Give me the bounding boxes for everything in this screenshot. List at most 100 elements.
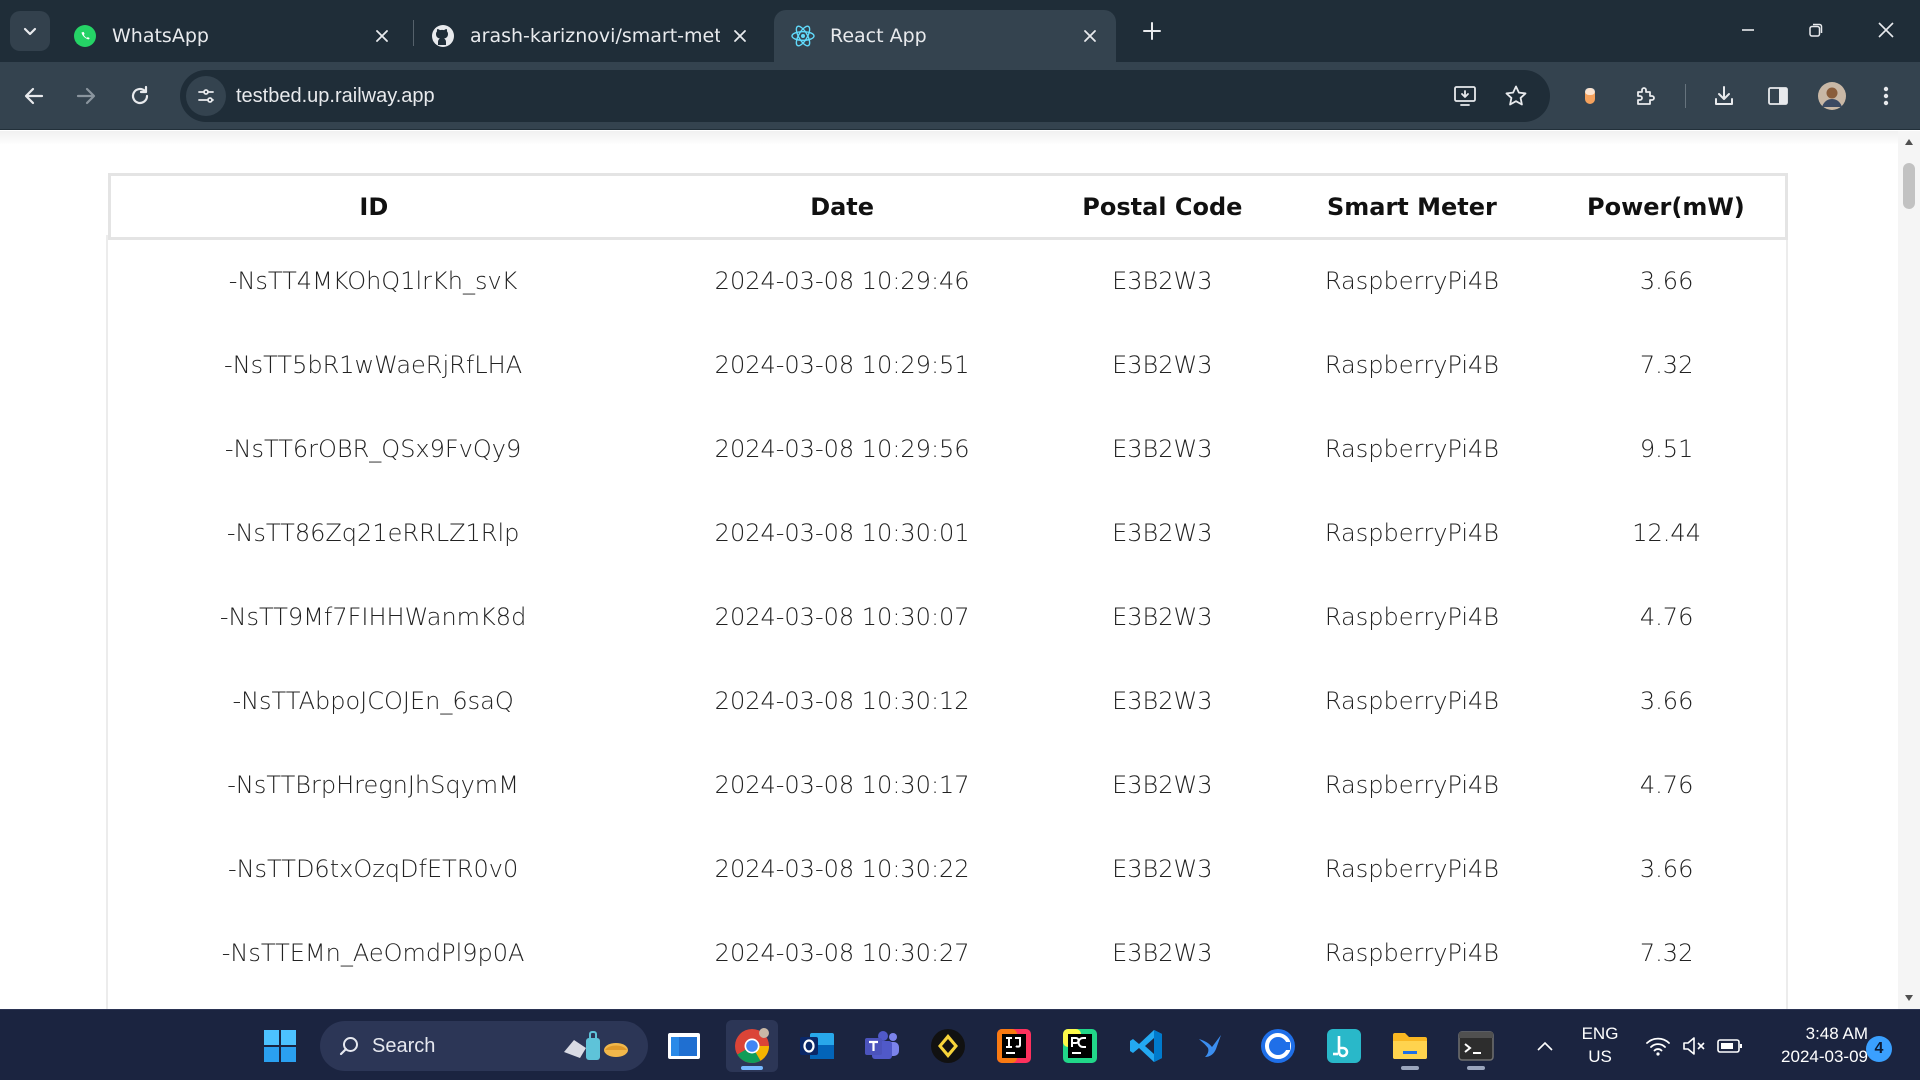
puzzle-icon: [1637, 87, 1655, 105]
cell-power: 4.76: [1639, 770, 1694, 799]
taskbar-intellij[interactable]: [988, 1020, 1040, 1072]
wifi-icon: [1646, 1037, 1670, 1056]
start-button[interactable]: [254, 1020, 306, 1072]
bookmark-button[interactable]: [1494, 74, 1538, 118]
cell-postal-code: E3B2W3: [1112, 854, 1213, 883]
taskbar-task-view[interactable]: [658, 1020, 710, 1072]
new-tab-button[interactable]: [1134, 13, 1170, 49]
tab-title: WhatsApp: [112, 25, 209, 47]
table-row: -NsTT86Zq21eRRLZ1Rlp 2024-03-08 10:30:01 E…: [110, 491, 1787, 575]
readings-table-container: ID Date Postal Code Smart Meter Power(mW…: [107, 173, 1788, 995]
notification-badge[interactable]: 4: [1866, 1036, 1892, 1062]
close-window-button[interactable]: [1852, 0, 1920, 60]
address-bar[interactable]: testbed.up.railway.app: [180, 70, 1550, 122]
cell-id: -NsTT9Mf7FIHHWanmK8d: [219, 602, 527, 631]
close-icon[interactable]: [1078, 24, 1102, 48]
outlook-icon: [800, 1033, 834, 1059]
taskbar-outlook[interactable]: [791, 1020, 843, 1072]
tab-whatsapp[interactable]: WhatsApp: [56, 10, 408, 62]
downloads-button[interactable]: [1702, 74, 1746, 118]
triangle-up-icon: [1905, 139, 1913, 145]
quick-settings-button[interactable]: [1634, 1020, 1754, 1072]
cell-id: -NsTT86Zq21eRRLZ1Rlp: [226, 518, 520, 547]
taskbar-terminal[interactable]: [1450, 1020, 1502, 1072]
input-language-indicator[interactable]: ENG US: [1570, 1022, 1630, 1068]
cell-date: 2024-03-08 10:30:27: [714, 938, 970, 967]
tab-title: arash-kariznovi/smart-metering: [470, 25, 720, 47]
taskbar-search-box[interactable]: Search: [320, 1021, 648, 1071]
taskbar-chrome[interactable]: [726, 1020, 778, 1072]
close-icon[interactable]: [370, 24, 394, 48]
taskbar-app-b[interactable]: [1318, 1020, 1370, 1072]
diamond-app-icon: [931, 1029, 965, 1063]
readings-table: ID Date Postal Code Smart Meter Power(mW…: [107, 173, 1788, 995]
column-header-id: ID: [107, 173, 637, 240]
show-hidden-icons-button[interactable]: [1522, 1020, 1568, 1072]
taskbar-file-explorer[interactable]: [1384, 1020, 1436, 1072]
forward-button[interactable]: [64, 74, 108, 118]
close-icon[interactable]: [728, 24, 752, 48]
tab-react-app[interactable]: React App: [774, 10, 1116, 62]
reload-button[interactable]: [118, 74, 162, 118]
running-indicator: [741, 1066, 763, 1070]
bird-app-icon: [1199, 1035, 1221, 1057]
taskbar-app-c[interactable]: [1252, 1020, 1304, 1072]
cell-smart-meter: RaspberryPi4B: [1324, 602, 1499, 631]
taskbar-pycharm[interactable]: [1054, 1020, 1106, 1072]
cell-smart-meter: RaspberryPi4B: [1324, 267, 1499, 296]
chrome-menu-button[interactable]: [1864, 74, 1908, 118]
travel-bag-icon: [564, 1031, 628, 1060]
taskbar-teams[interactable]: [856, 1020, 908, 1072]
side-panel-button[interactable]: [1756, 74, 1800, 118]
cell-smart-meter: RaspberryPi4B: [1324, 854, 1499, 883]
cell-power: 3.66: [1639, 854, 1694, 883]
clock-time: 3:48 AM: [1805, 1024, 1868, 1043]
tab-search-button[interactable]: [10, 11, 50, 51]
install-app-icon: [1454, 86, 1476, 106]
column-header-date: Date: [636, 173, 1048, 240]
search-label: Search: [372, 1034, 436, 1057]
battery-icon: [1717, 1039, 1742, 1053]
viewport-shade: [0, 131, 1898, 145]
cell-date: 2024-03-08 10:30:22: [714, 854, 970, 883]
cell-date: 2024-03-08 10:30:07: [714, 602, 970, 631]
extension-button[interactable]: [1568, 74, 1612, 118]
cell-power: 12.44: [1632, 518, 1701, 547]
tab-github[interactable]: arash-kariznovi/smart-metering: [414, 10, 766, 62]
restore-button[interactable]: [1782, 0, 1850, 60]
profile-button[interactable]: [1810, 74, 1854, 118]
search-icon: [339, 1037, 358, 1056]
cell-postal-code: E3B2W3: [1112, 770, 1213, 799]
extensions-menu-button[interactable]: [1624, 74, 1668, 118]
scroll-down-button[interactable]: [1898, 987, 1920, 1009]
table-row: -NsTTD6txOzqDfETR0v0 2024-03-08 10:30:22 E…: [110, 827, 1787, 911]
cell-id: -NsTT6rOBR_QSx9FvQy9: [224, 434, 522, 463]
taskbar-app-bird[interactable]: [1186, 1020, 1238, 1072]
download-icon: [1715, 86, 1733, 105]
cell-id: -NsTTAbpoJCOJEn_6saQ: [232, 686, 514, 715]
avatar: [1818, 82, 1846, 110]
page-scrollbar[interactable]: [1898, 131, 1920, 1009]
cell-date: 2024-03-08 10:30:17: [714, 770, 970, 799]
c-app-icon: [1261, 1029, 1295, 1063]
url-text[interactable]: testbed.up.railway.app: [236, 85, 435, 108]
github-icon: [430, 23, 456, 49]
install-app-button[interactable]: [1444, 74, 1488, 118]
browser-toolbar: testbed.up.railway.app: [0, 62, 1920, 130]
scrollbar-thumb[interactable]: [1903, 163, 1915, 209]
cell-power: 7.32: [1639, 350, 1694, 379]
back-button[interactable]: [12, 74, 56, 118]
taskbar-app-diamond[interactable]: [922, 1020, 974, 1072]
clock[interactable]: 3:48 AM 2024-03-09: [1758, 1022, 1868, 1068]
cell-power: 9.51: [1639, 434, 1694, 463]
arrow-left-icon: [24, 87, 44, 105]
whatsapp-icon: [72, 23, 98, 49]
star-icon: [1505, 85, 1527, 106]
scroll-up-button[interactable]: [1898, 131, 1920, 153]
site-info-button[interactable]: [186, 76, 226, 116]
minimize-button[interactable]: [1714, 0, 1782, 60]
taskbar-vscode[interactable]: [1120, 1020, 1172, 1072]
cell-postal-code: E3B2W3: [1112, 938, 1213, 967]
teams-icon: [865, 1031, 899, 1059]
cell-smart-meter: RaspberryPi4B: [1324, 434, 1499, 463]
